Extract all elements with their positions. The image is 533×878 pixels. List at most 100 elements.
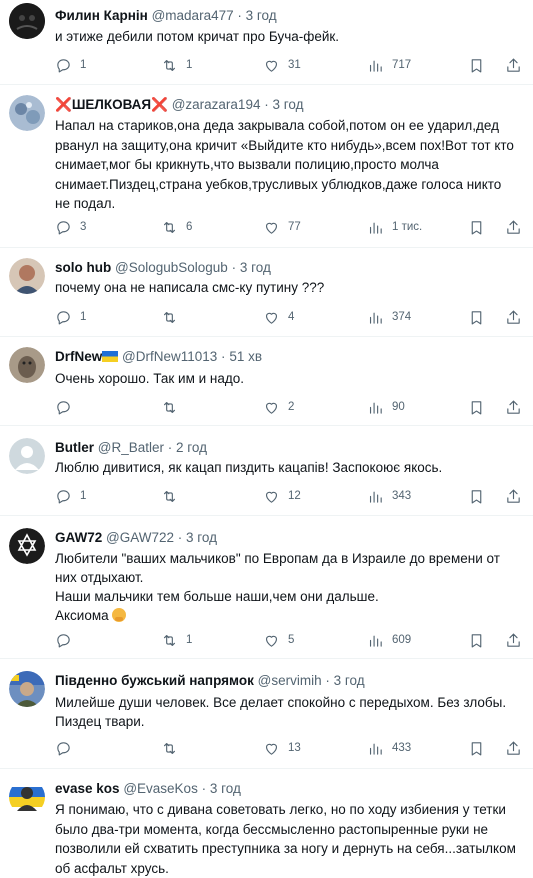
like-count: 5 bbox=[288, 634, 295, 646]
reply-button[interactable]: 1 bbox=[55, 486, 86, 506]
views-button[interactable]: 1 тис. bbox=[367, 217, 422, 237]
tweet[interactable]: evase kos @EvaseKos · 3 год Я понимаю, ч… bbox=[0, 769, 533, 878]
avatar[interactable] bbox=[9, 347, 45, 383]
share-button[interactable] bbox=[505, 630, 522, 650]
reply-button[interactable] bbox=[55, 630, 80, 650]
timestamp[interactable]: 3 год bbox=[246, 8, 277, 23]
tweet[interactable]: ❌ШЕЛКОВАЯ❌ @zarazara194 · 3 год Напал на… bbox=[0, 85, 533, 248]
view-count: 717 bbox=[392, 59, 412, 71]
share-button[interactable] bbox=[505, 397, 522, 417]
retweet-button[interactable] bbox=[161, 307, 186, 327]
timestamp[interactable]: 3 год bbox=[186, 530, 217, 545]
bookmark-button[interactable] bbox=[468, 397, 485, 417]
author-handle[interactable]: @EvaseKos bbox=[123, 781, 198, 796]
avatar[interactable] bbox=[9, 779, 45, 815]
reply-icon bbox=[57, 310, 70, 324]
retweet-icon bbox=[163, 59, 176, 71]
reply-count: 1 bbox=[80, 59, 87, 71]
tweet-text-line: Очень хорошо. Так им и надо. bbox=[55, 371, 245, 386]
bookmark-button[interactable] bbox=[468, 217, 485, 237]
views-button[interactable]: 717 bbox=[367, 55, 411, 75]
reply-button[interactable] bbox=[55, 397, 80, 417]
author-name[interactable]: solo hub bbox=[55, 260, 111, 275]
share-button[interactable] bbox=[505, 738, 522, 758]
tweet-text: почему она не написала смс-ку путину ??? bbox=[55, 278, 519, 297]
separator: · bbox=[231, 260, 237, 275]
author-name[interactable]: GAW72 bbox=[55, 530, 102, 545]
tweet[interactable]: Butler @R_Batler · 2 год Люблю дивитися,… bbox=[0, 426, 533, 516]
views-button[interactable]: 433 bbox=[367, 738, 411, 758]
timestamp[interactable]: 3 год bbox=[240, 260, 271, 275]
like-button[interactable]: 2 bbox=[263, 397, 294, 417]
tweet[interactable]: GAW72 @GAW722 · 3 год Любители "ваших ма… bbox=[0, 516, 533, 659]
author-handle[interactable]: @servimih bbox=[258, 673, 322, 688]
tweet[interactable]: solo hub @SologubSologub · 3 год почему … bbox=[0, 248, 533, 337]
retweet-button[interactable] bbox=[161, 738, 186, 758]
share-button[interactable] bbox=[505, 55, 522, 75]
author-name[interactable]: evase kos bbox=[55, 781, 120, 796]
author-handle[interactable]: @GAW722 bbox=[106, 530, 174, 545]
bookmark-button[interactable] bbox=[468, 307, 485, 327]
like-count: 13 bbox=[288, 742, 301, 754]
author-name[interactable]: Butler bbox=[55, 440, 94, 455]
tweet-text: Любители "ваших мальчиков" по Европам да… bbox=[55, 549, 519, 625]
retweet-button[interactable]: 6 bbox=[161, 217, 192, 237]
author-name[interactable]: ШЕЛКОВАЯ bbox=[72, 97, 151, 112]
avatar[interactable] bbox=[9, 671, 45, 707]
timestamp[interactable]: 51 хв bbox=[229, 349, 262, 364]
views-button[interactable]: 343 bbox=[367, 486, 411, 506]
avatar[interactable] bbox=[9, 258, 45, 294]
tweet[interactable]: DrfNew @DrfNew11013 · 51 хв Очень хорошо… bbox=[0, 337, 533, 426]
timestamp[interactable]: 3 год bbox=[273, 97, 304, 112]
views-button[interactable]: 90 bbox=[367, 397, 405, 417]
reply-button[interactable]: 3 bbox=[55, 217, 86, 237]
reply-count: 1 bbox=[80, 490, 87, 502]
share-button[interactable] bbox=[505, 307, 522, 327]
author-handle[interactable]: @SologubSologub bbox=[115, 260, 228, 275]
like-button[interactable]: 31 bbox=[263, 55, 301, 75]
reply-button[interactable]: 1 bbox=[55, 307, 86, 327]
timestamp[interactable]: 3 год bbox=[334, 673, 365, 688]
views-icon bbox=[369, 743, 382, 755]
author-handle[interactable]: @DrfNew11013 bbox=[122, 349, 217, 364]
bookmark-icon bbox=[471, 58, 482, 72]
avatar[interactable] bbox=[9, 438, 45, 474]
like-button[interactable]: 5 bbox=[263, 630, 294, 650]
author-name[interactable]: Филин Карнiн bbox=[55, 8, 148, 23]
avatar[interactable] bbox=[9, 3, 45, 39]
share-button[interactable] bbox=[505, 486, 522, 506]
tweet-text-line: Напал на стариков,она деда закрывала соб… bbox=[55, 118, 514, 211]
author-handle[interactable]: @zarazara194 bbox=[172, 97, 261, 112]
like-button[interactable]: 77 bbox=[263, 217, 301, 237]
author-name[interactable]: DrfNew bbox=[55, 349, 102, 364]
retweet-button[interactable]: 1 bbox=[161, 630, 192, 650]
like-button[interactable]: 13 bbox=[263, 738, 301, 758]
action-bar: 3 6 77 1 тис. bbox=[55, 217, 523, 237]
retweet-button[interactable] bbox=[161, 486, 186, 506]
author-handle[interactable]: @madara477 bbox=[152, 8, 234, 23]
bookmark-button[interactable] bbox=[468, 486, 485, 506]
reply-button[interactable]: 1 bbox=[55, 55, 86, 75]
views-button[interactable]: 609 bbox=[367, 630, 411, 650]
retweet-button[interactable] bbox=[161, 397, 186, 417]
reply-button[interactable] bbox=[55, 738, 80, 758]
like-button[interactable]: 12 bbox=[263, 486, 301, 506]
tweet[interactable]: Филин Карнiн @madara477 · 3 год и этиже … bbox=[0, 0, 533, 85]
timestamp[interactable]: 3 год bbox=[210, 781, 241, 796]
avatar[interactable] bbox=[9, 528, 45, 564]
share-icon bbox=[507, 741, 520, 755]
bookmark-button[interactable] bbox=[468, 55, 485, 75]
bookmark-button[interactable] bbox=[468, 630, 485, 650]
views-button[interactable]: 374 bbox=[367, 307, 411, 327]
avatar[interactable] bbox=[9, 95, 45, 131]
reply-icon bbox=[57, 220, 70, 234]
timestamp[interactable]: 2 год bbox=[176, 440, 207, 455]
retweet-button[interactable]: 1 bbox=[161, 55, 192, 75]
like-button[interactable]: 4 bbox=[263, 307, 294, 327]
author-handle[interactable]: @R_Batler bbox=[98, 440, 164, 455]
bookmark-button[interactable] bbox=[468, 738, 485, 758]
ukraine-flag-icon bbox=[102, 349, 119, 367]
author-name[interactable]: Південно бужський напрямок bbox=[55, 673, 254, 688]
share-button[interactable] bbox=[505, 217, 522, 237]
tweet[interactable]: Південно бужський напрямок @servimih · 3… bbox=[0, 659, 533, 769]
